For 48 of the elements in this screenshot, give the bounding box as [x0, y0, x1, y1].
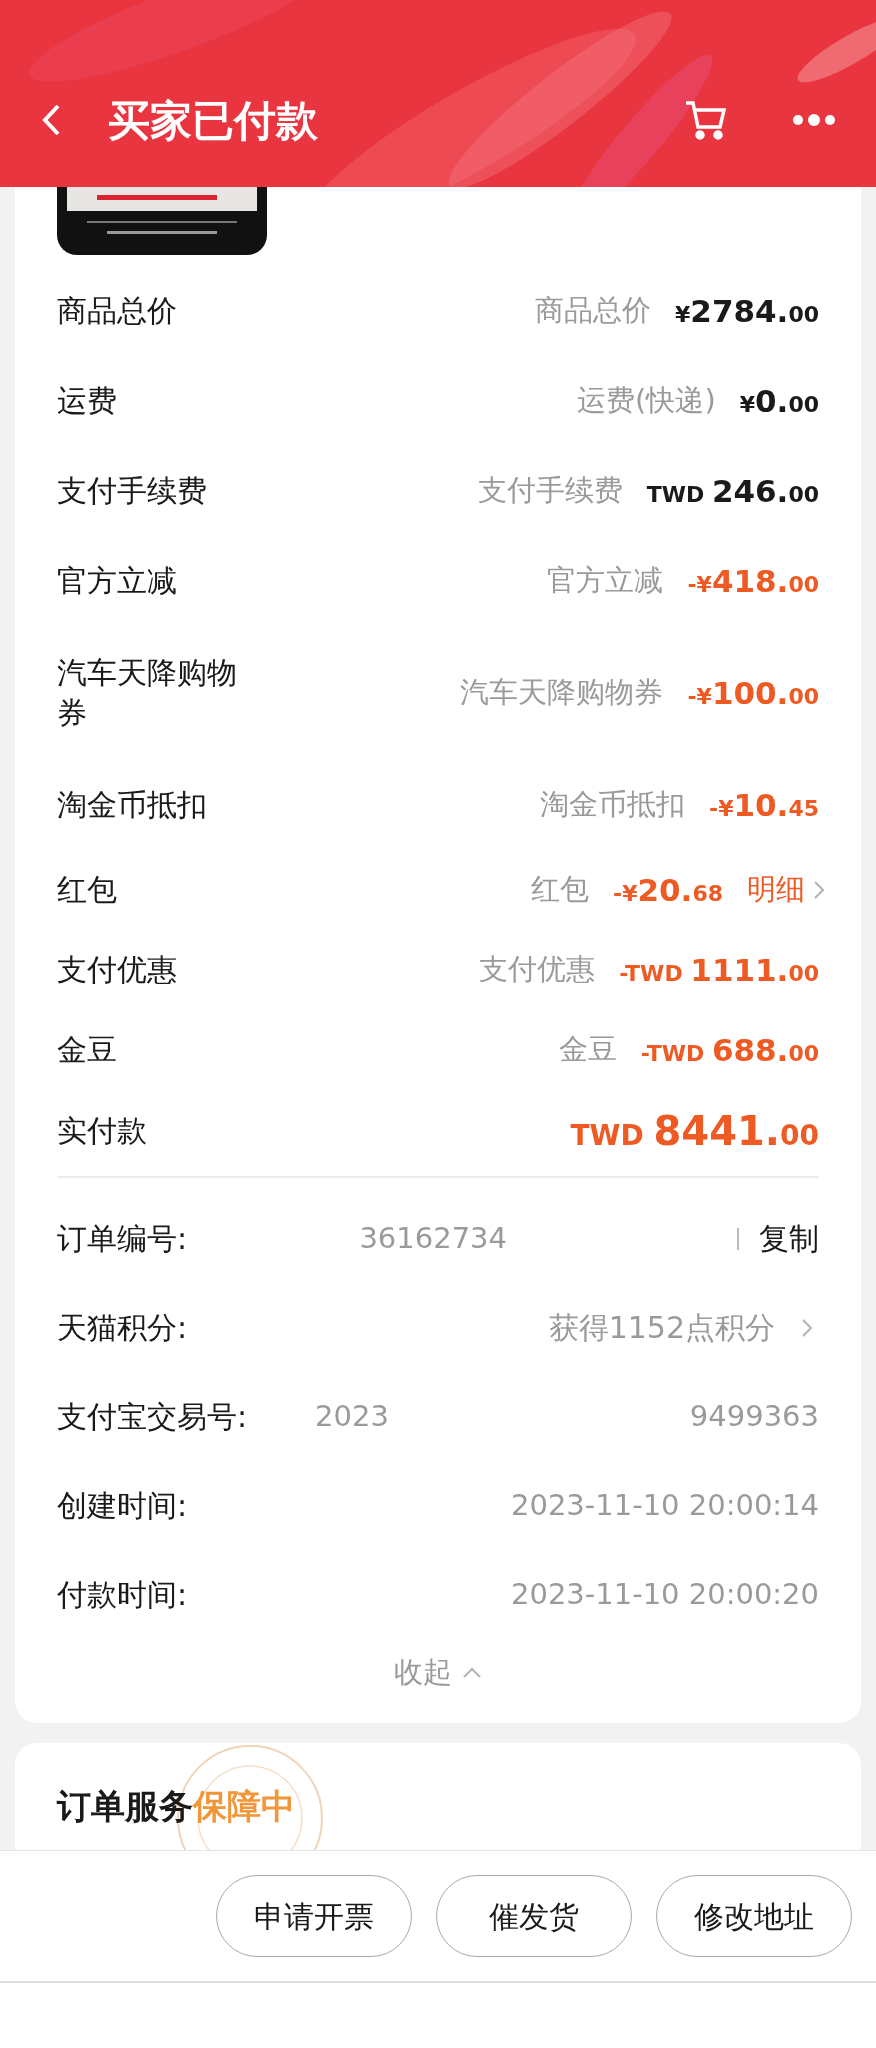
row-description: 红包 [531, 871, 589, 909]
row-description: 汽车天降购物券 [460, 674, 664, 712]
row-label: 淘金币抵扣 [57, 786, 208, 824]
row-description: 运费(快递) [577, 382, 716, 420]
row-label: 实付款 [57, 1112, 148, 1150]
chevron-right-icon [813, 880, 825, 900]
amount: ¥2784.00 [675, 291, 819, 331]
chevron-right-icon [801, 1317, 813, 1338]
amount: -¥418.00 [687, 561, 819, 601]
transaction-number: 9499363 [689, 1397, 819, 1435]
service-title: 订单服务保障中 [57, 1786, 295, 1826]
row-label: 汽车天降购物券 [57, 654, 238, 732]
order-number: 36162734 [359, 1219, 507, 1257]
time-value: 2023-11-10 20:00:14 [511, 1486, 819, 1524]
row-description: 淘金币抵扣 [540, 786, 685, 824]
amount: TWD 246.00 [646, 471, 819, 511]
row-label: 支付优惠 [57, 951, 178, 989]
row-label: 商品总价 [57, 292, 178, 330]
amount: TWD 8441.00 [570, 1107, 819, 1156]
row-label: 支付手续费 [57, 472, 208, 510]
time-value: 2023-11-10 20:00:20 [511, 1575, 819, 1613]
info-label: 订单编号: [57, 1220, 188, 1258]
amount: -¥10.45 [709, 785, 819, 825]
chevron-up-icon [462, 1667, 482, 1679]
back-icon[interactable] [40, 102, 62, 138]
row-description: 官方立减 [547, 562, 664, 600]
page-title: 买家已付款 [108, 94, 318, 147]
amount: ¥0.00 [739, 381, 819, 421]
cart-icon[interactable] [684, 98, 728, 142]
row-description: 金豆 [558, 1031, 617, 1069]
row-label: 金豆 [57, 1031, 118, 1069]
info-label: 付款时间: [57, 1576, 188, 1614]
row-label: 运费 [57, 382, 118, 420]
info-label: 支付宝交易号: [57, 1398, 248, 1436]
row-description: 商品总价 [535, 292, 651, 330]
row-label: 红包 [57, 871, 118, 909]
amount: -¥100.00 [687, 673, 819, 713]
copy-button[interactable]: 复制 [759, 1216, 819, 1261]
more-icon[interactable] [792, 114, 836, 126]
amount: -¥20.68 [613, 870, 723, 910]
row-label: 官方立减 [57, 562, 178, 600]
info-label: 创建时间: [57, 1487, 188, 1525]
row-description: 支付手续费 [477, 472, 623, 510]
row-description: 支付优惠 [479, 951, 596, 989]
info-label: 天猫积分: [57, 1309, 188, 1347]
amount: -TWD 688.00 [640, 1030, 819, 1070]
transaction-number: 2023 [315, 1397, 389, 1435]
amount: -TWD 1111.00 [619, 950, 819, 990]
